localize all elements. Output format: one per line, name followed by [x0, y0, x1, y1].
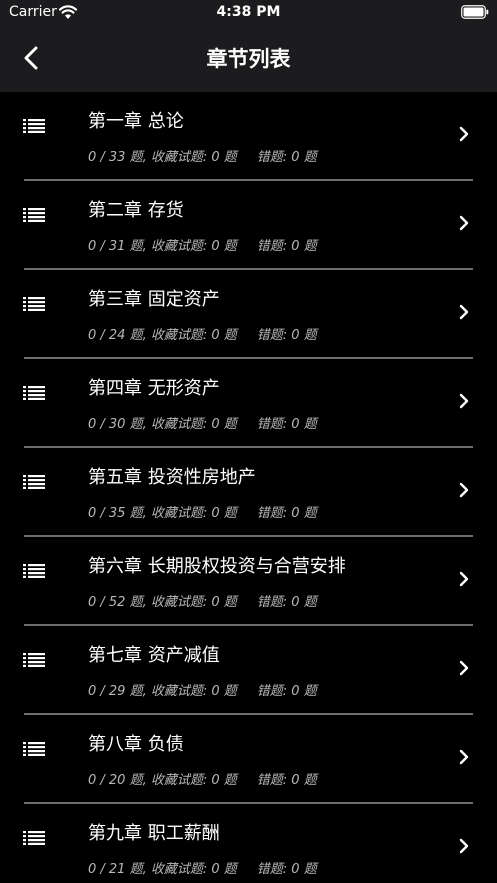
list-icon	[23, 742, 45, 756]
chapter-title: 第二章 存货	[88, 200, 184, 221]
chevron-right-icon	[459, 660, 469, 676]
chapter-stats: 0 / 24 题, 收藏试题: 0 题 错题: 0 题	[88, 324, 317, 343]
favorites-count: 收藏试题: 0 题	[150, 684, 237, 699]
chapter-stats: 0 / 21 题, 收藏试题: 0 题 错题: 0 题	[88, 858, 317, 877]
battery-icon	[461, 5, 489, 19]
list-icon	[23, 297, 45, 311]
chevron-right-icon	[459, 838, 469, 854]
chapter-stats: 0 / 33 题, 收藏试题: 0 题 错题: 0 题	[88, 146, 317, 165]
chevron-right-icon	[459, 215, 469, 231]
progress-count: 0 / 20 题,	[88, 773, 147, 788]
progress-count: 0 / 35 题,	[88, 506, 147, 521]
errors-count: 错题: 0 题	[256, 595, 317, 610]
chapter-title: 第三章 固定资产	[88, 289, 220, 310]
errors-count: 错题: 0 题	[256, 239, 317, 254]
chapter-title: 第四章 无形资产	[88, 378, 220, 399]
status-time: 4:38 PM	[216, 4, 281, 20]
errors-count: 错题: 0 题	[256, 328, 317, 343]
chapter-title: 第八章 负债	[88, 734, 184, 755]
chapter-title: 第一章 总论	[88, 111, 184, 132]
list-icon	[23, 208, 45, 222]
chapter-row-7[interactable]: 第七章 资产减值 0 / 29 题, 收藏试题: 0 题 错题: 0 题	[0, 626, 497, 715]
progress-count: 0 / 52 题,	[88, 595, 147, 610]
chapter-stats: 0 / 31 题, 收藏试题: 0 题 错题: 0 题	[88, 235, 317, 254]
list-icon	[23, 831, 45, 845]
chapter-title: 第五章 投资性房地产	[88, 467, 256, 488]
chevron-right-icon	[459, 571, 469, 587]
chapter-row-1[interactable]: 第一章 总论 0 / 33 题, 收藏试题: 0 题 错题: 0 题	[0, 92, 497, 181]
errors-count: 错题: 0 题	[256, 506, 317, 521]
favorites-count: 收藏试题: 0 题	[150, 150, 237, 165]
progress-count: 0 / 29 题,	[88, 684, 147, 699]
chapter-row-4[interactable]: 第四章 无形资产 0 / 30 题, 收藏试题: 0 题 错题: 0 题	[0, 359, 497, 448]
list-icon	[23, 564, 45, 578]
chapter-title: 第九章 职工薪酬	[88, 823, 220, 844]
chapter-row-9[interactable]: 第九章 职工薪酬 0 / 21 题, 收藏试题: 0 题 错题: 0 题	[0, 804, 497, 883]
chapter-stats: 0 / 30 题, 收藏试题: 0 题 错题: 0 题	[88, 413, 317, 432]
chevron-right-icon	[459, 393, 469, 409]
page-title: 章节列表	[206, 47, 291, 71]
favorites-count: 收藏试题: 0 题	[150, 773, 237, 788]
navigation-bar: 章节列表	[0, 26, 497, 92]
chapter-list: 第一章 总论 0 / 33 题, 收藏试题: 0 题错题: 0 题 第二章 存货…	[0, 92, 497, 883]
chapter-title: 第六章 长期股权投资与合营安排	[88, 556, 346, 577]
progress-count: 0 / 33 题,	[88, 150, 147, 165]
list-icon	[23, 475, 45, 489]
favorites-count: 收藏试题: 0 题	[150, 595, 237, 610]
progress-count: 0 / 30 题,	[88, 417, 147, 432]
status-bar: Carrier 4:38 PM	[0, 0, 497, 26]
favorites-count: 收藏试题: 0 题	[150, 328, 237, 343]
chevron-right-icon	[459, 126, 469, 142]
errors-count: 错题: 0 题	[256, 684, 317, 699]
favorites-count: 收藏试题: 0 题	[150, 239, 237, 254]
chapter-stats: 0 / 52 题, 收藏试题: 0 题 错题: 0 题	[88, 591, 317, 610]
favorites-count: 收藏试题: 0 题	[150, 417, 237, 432]
chapter-row-5[interactable]: 第五章 投资性房地产 0 / 35 题, 收藏试题: 0 题 错题: 0 题	[0, 448, 497, 537]
chapter-stats: 0 / 35 题, 收藏试题: 0 题 错题: 0 题	[88, 502, 317, 521]
chapter-row-8[interactable]: 第八章 负债 0 / 20 题, 收藏试题: 0 题 错题: 0 题	[0, 715, 497, 804]
screen: Carrier 4:38 PM 章节列表 第一章 总论 0 / 33 题, 收藏…	[0, 0, 497, 883]
chapter-row-3[interactable]: 第三章 固定资产 0 / 24 题, 收藏试题: 0 题 错题: 0 题	[0, 270, 497, 359]
list-icon	[23, 386, 45, 400]
errors-count: 错题: 0 题	[256, 773, 317, 788]
favorites-count: 收藏试题: 0 题	[150, 506, 237, 521]
chapter-row-2[interactable]: 第二章 存货 0 / 31 题, 收藏试题: 0 题 错题: 0 题	[0, 181, 497, 270]
errors-count: 错题: 0 题	[256, 150, 317, 165]
list-icon	[23, 653, 45, 667]
favorites-count: 收藏试题: 0 题	[150, 862, 237, 877]
chapter-row-6[interactable]: 第六章 长期股权投资与合营安排 0 / 52 题, 收藏试题: 0 题 错题: 0…	[0, 537, 497, 626]
errors-count: 错题: 0 题	[256, 417, 317, 432]
chapter-title: 第七章 资产减值	[88, 645, 220, 666]
chevron-right-icon	[459, 482, 469, 498]
chevron-right-icon	[459, 304, 469, 320]
errors-count: 错题: 0 题	[256, 862, 317, 877]
chevron-right-icon	[459, 749, 469, 765]
chapter-stats: 0 / 29 题, 收藏试题: 0 题 错题: 0 题	[88, 680, 317, 699]
progress-count: 0 / 24 题,	[88, 328, 147, 343]
progress-count: 0 / 21 题,	[88, 862, 147, 877]
chapter-stats: 0 / 20 题, 收藏试题: 0 题 错题: 0 题	[88, 769, 317, 788]
list-icon	[23, 119, 45, 133]
progress-count: 0 / 31 题,	[88, 239, 147, 254]
